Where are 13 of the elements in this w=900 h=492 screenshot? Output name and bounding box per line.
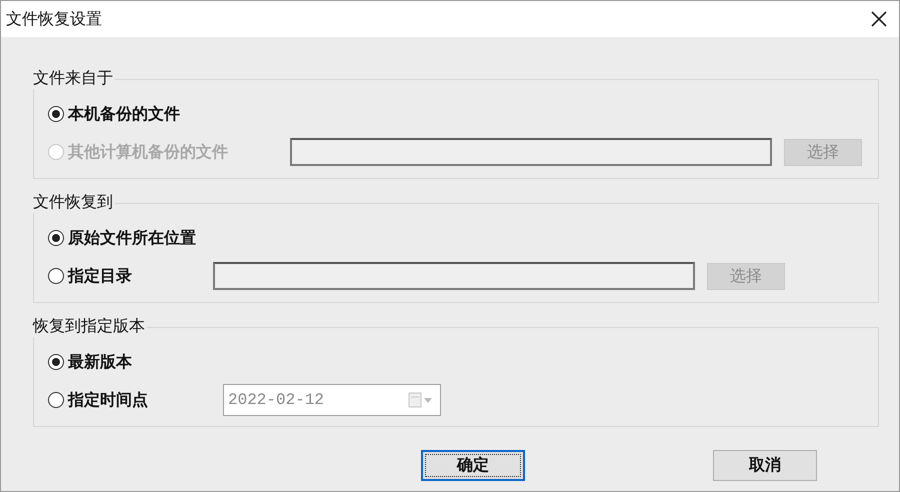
group-legend: 恢复到指定版本 <box>33 315 147 337</box>
close-icon[interactable] <box>871 11 887 27</box>
path-field[interactable] <box>213 262 695 290</box>
group-legend: 文件恢复到 <box>33 191 115 213</box>
radio-option[interactable]: 指定时间点 <box>48 390 223 410</box>
dialog-button[interactable]: 确定 <box>421 450 525 481</box>
radio-option[interactable]: 指定目录 <box>48 266 213 286</box>
window-title: 文件恢复设置 <box>6 8 102 30</box>
radio-option[interactable]: 最新版本 <box>48 352 132 372</box>
group-legend: 文件来自于 <box>33 67 115 89</box>
dialog-button[interactable]: 取消 <box>713 450 817 481</box>
radio-option[interactable]: 原始文件所在位置 <box>48 228 196 248</box>
radio-option[interactable]: 本机备份的文件 <box>48 104 180 124</box>
